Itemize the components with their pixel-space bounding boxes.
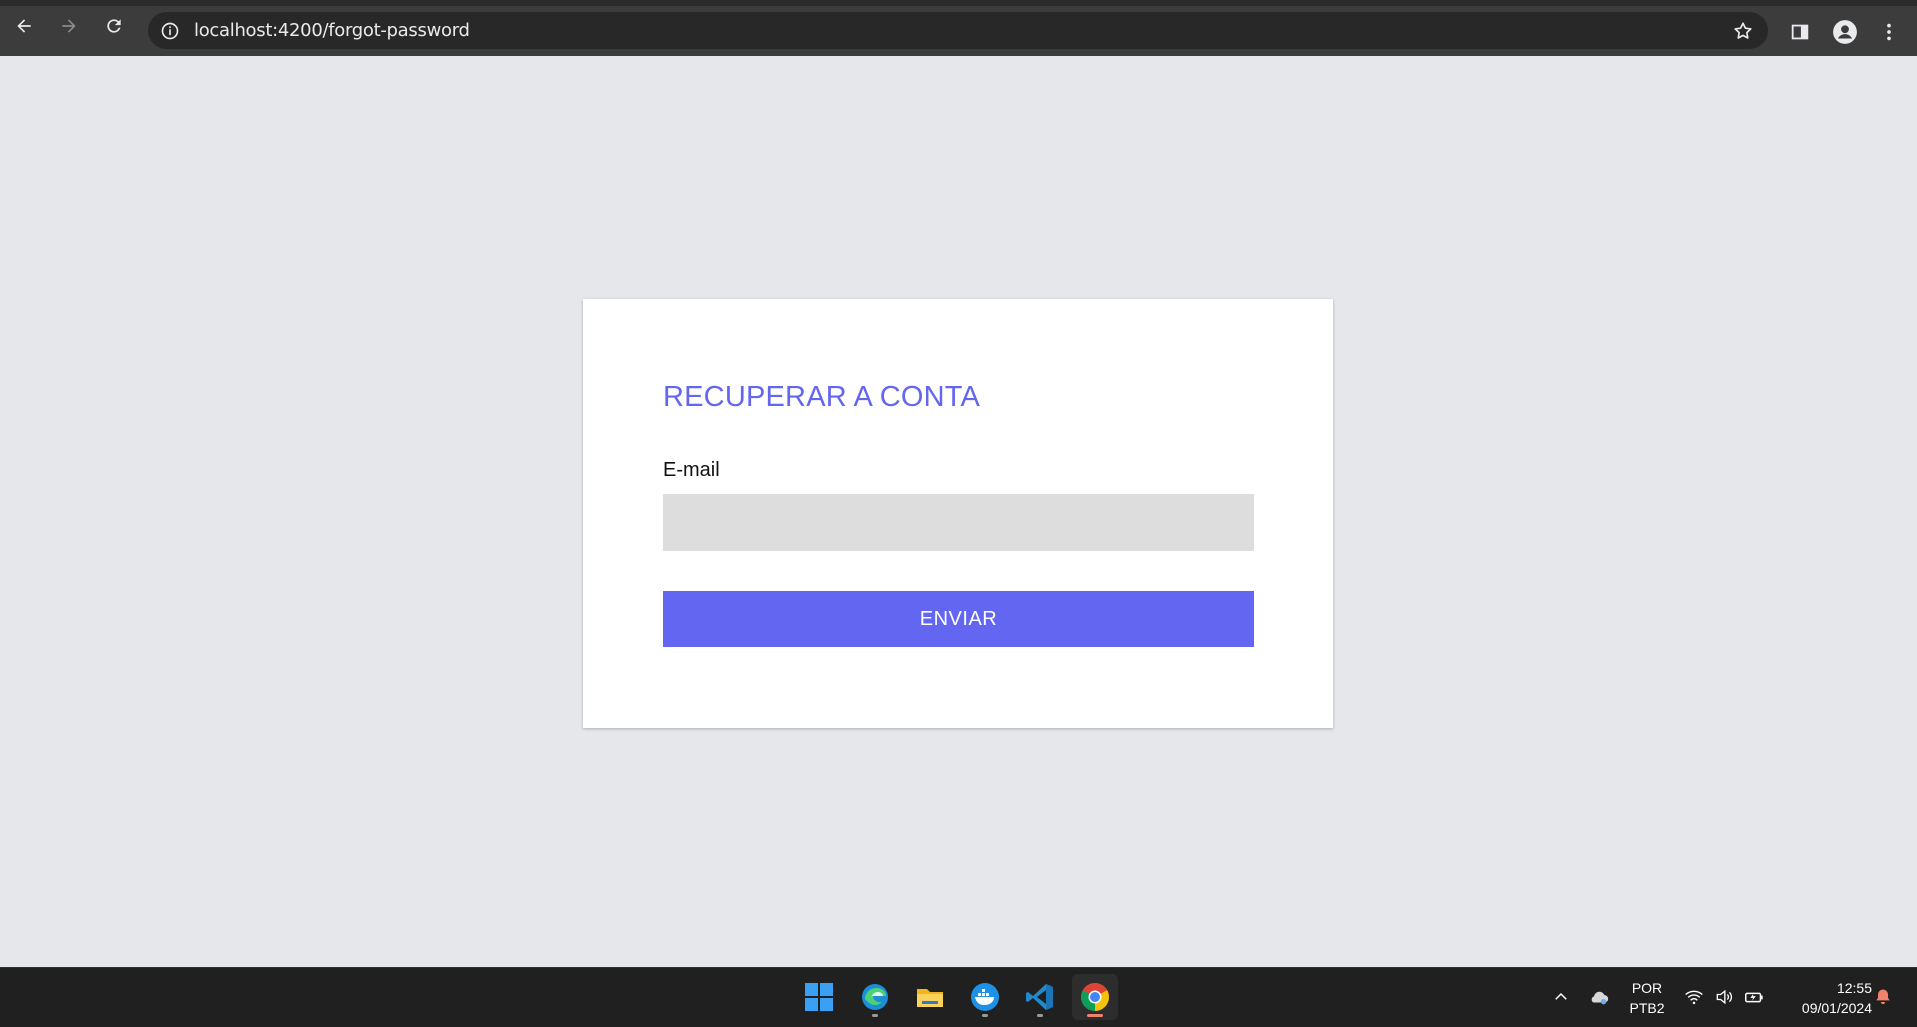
browser-toolbar: localhost:4200/forgot-password (0, 0, 1917, 56)
reload-button[interactable] (96, 8, 132, 44)
address-bar[interactable]: localhost:4200/forgot-password (148, 12, 1768, 49)
side-panel-icon[interactable] (1784, 16, 1816, 48)
show-hidden-icons-chevron-icon[interactable] (1550, 986, 1572, 1008)
onedrive-cloud-icon[interactable] (1588, 986, 1610, 1008)
submit-button[interactable]: ENVIAR (663, 591, 1254, 647)
clock[interactable]: 12:55 09/01/2024 (1780, 978, 1872, 1018)
language-code: POR (1631, 980, 1663, 996)
page-content: RECUPERAR A CONTA E-mail ENVIAR (0, 56, 1917, 967)
clock-date: 09/01/2024 (1801, 1000, 1872, 1016)
active-indicator (1087, 1014, 1103, 1017)
arrow-left-icon (17, 19, 31, 33)
running-indicator (872, 1014, 878, 1017)
clock-time: 12:55 (1836, 980, 1872, 996)
edge-icon (862, 984, 888, 1010)
forward-button[interactable] (51, 8, 87, 44)
running-indicator (982, 1014, 988, 1017)
arrow-right-icon (62, 19, 76, 33)
battery-icon[interactable] (1743, 986, 1765, 1008)
taskbar-edge[interactable] (852, 974, 898, 1020)
wifi-icon[interactable] (1683, 986, 1705, 1008)
url-text[interactable]: localhost:4200/forgot-password (194, 20, 470, 41)
reload-icon (107, 19, 121, 33)
taskbar-vscode[interactable] (1017, 974, 1063, 1020)
folder-icon (917, 989, 943, 1007)
back-button[interactable] (6, 8, 42, 44)
volume-icon[interactable] (1713, 986, 1735, 1008)
taskbar-docker[interactable] (962, 974, 1008, 1020)
taskbar: POR PTB2 12:55 09/01/2024 (0, 967, 1917, 1027)
email-label: E-mail (663, 459, 720, 481)
page-title: RECUPERAR A CONTA (663, 381, 981, 413)
docker-whale-icon (971, 983, 999, 1011)
running-indicator (1037, 1014, 1043, 1017)
start-button[interactable] (796, 974, 842, 1020)
browser-menu-icon[interactable] (1873, 16, 1905, 48)
windows-logo-icon (805, 983, 833, 1011)
language-indicator[interactable]: POR PTB2 (1627, 978, 1667, 1018)
notification-bell-icon[interactable] (1872, 986, 1894, 1008)
forgot-password-card: RECUPERAR A CONTA E-mail ENVIAR (583, 299, 1333, 728)
profile-avatar-icon[interactable] (1829, 16, 1861, 48)
vscode-icon (1026, 984, 1053, 1010)
site-info-icon[interactable] (160, 21, 180, 41)
chrome-icon (1081, 983, 1109, 1011)
email-field[interactable] (663, 494, 1254, 551)
taskbar-chrome[interactable] (1072, 974, 1118, 1020)
keyboard-layout: PTB2 (1629, 1000, 1665, 1016)
bookmark-star-icon[interactable] (1732, 20, 1754, 42)
taskbar-file-explorer[interactable] (907, 974, 953, 1020)
